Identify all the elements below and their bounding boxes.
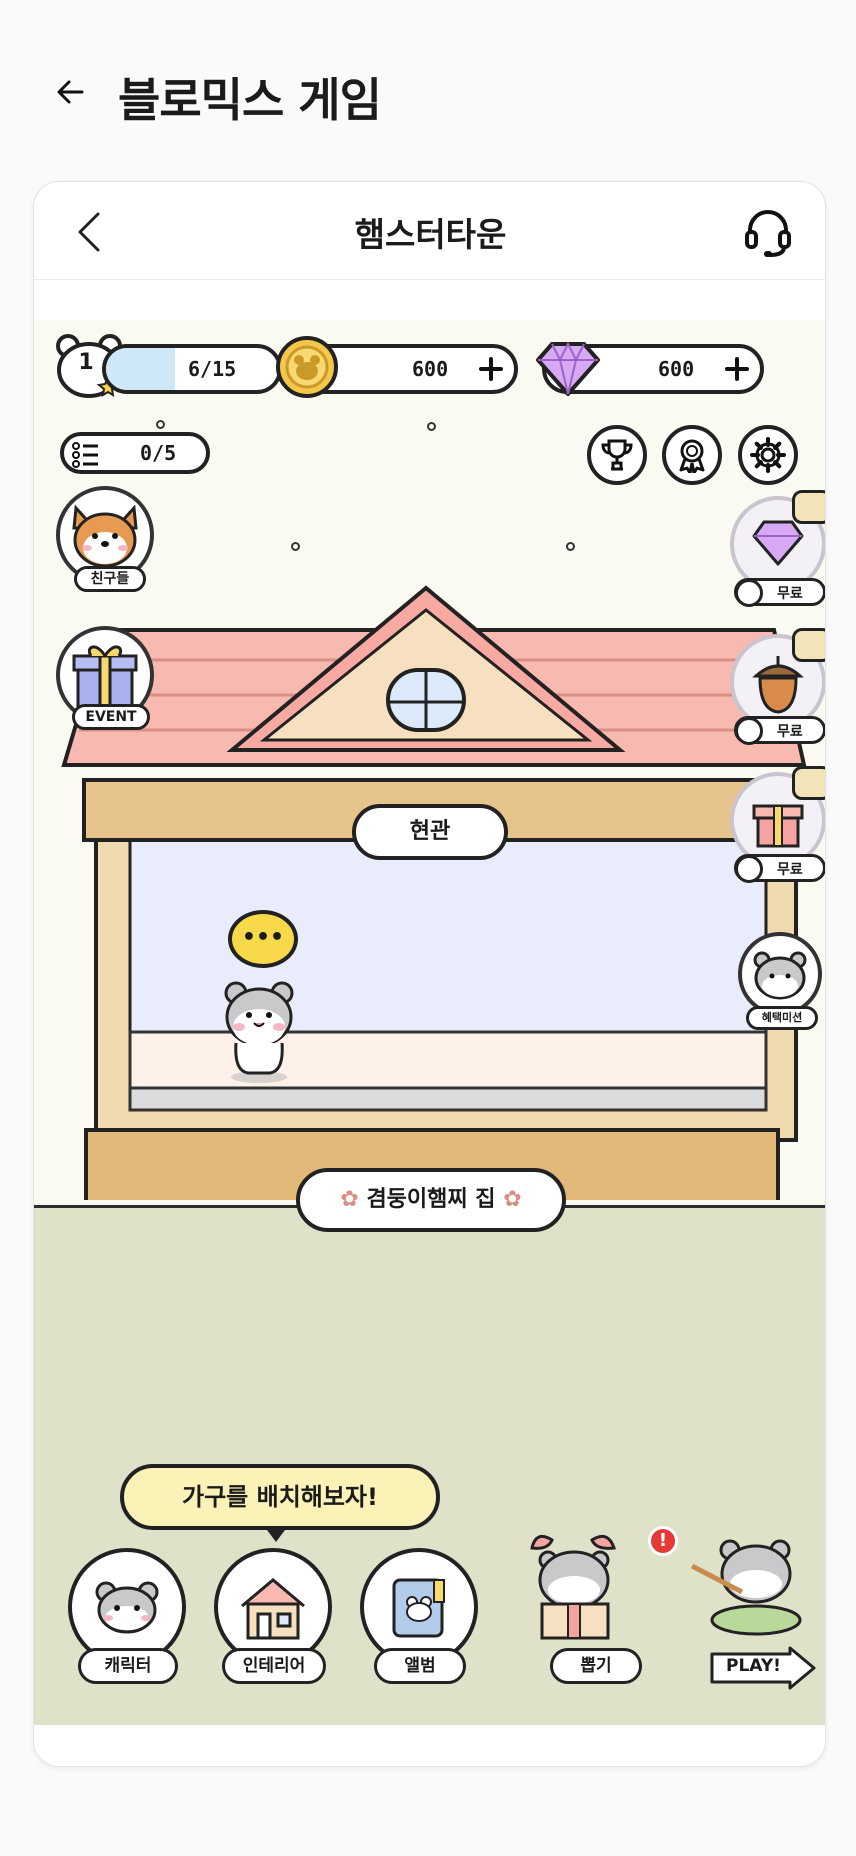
- tip-bubble-tail: [264, 1526, 288, 1542]
- benefit-mission-label: 혜택미션: [746, 1006, 818, 1030]
- exp-bar: 6/15: [102, 344, 282, 394]
- list-icon: [72, 442, 100, 468]
- interior-label[interactable]: 인테리어: [222, 1648, 326, 1684]
- game-area[interactable]: 1 6/15 600 600 0/5 현관 ••• ✿ 겸둥이햄찌 집 ✿ 친구…: [34, 320, 825, 1725]
- gear-icon: [750, 437, 786, 473]
- sky-dot: [427, 422, 436, 431]
- sky-dot: [291, 542, 300, 551]
- quest-counter[interactable]: 0/5: [60, 432, 210, 474]
- speech-bubble-text: •••: [241, 925, 285, 950]
- gem-value: 600: [658, 357, 695, 381]
- free-gem-label: 무료: [734, 578, 825, 607]
- coin-value: 600: [412, 357, 449, 381]
- video-ad-icon: [792, 766, 825, 800]
- album-icon: [392, 1578, 445, 1638]
- back-arrow-icon[interactable]: [52, 72, 92, 112]
- coin-icon: [274, 334, 340, 400]
- door-sign-label: 현관: [409, 819, 451, 844]
- flower-icon: ✿: [495, 1187, 522, 1212]
- hamster-face-icon: [95, 1581, 159, 1634]
- free-acorn-label: 무료: [734, 716, 825, 745]
- medal-button[interactable]: [662, 425, 722, 485]
- clock-icon: [735, 579, 763, 607]
- video-ad-icon: [792, 490, 825, 524]
- hamster-icon: [753, 951, 807, 1000]
- page-header: 블로믹스 게임: [0, 0, 856, 190]
- hamster-gift-icon[interactable]: [512, 1518, 642, 1668]
- house-name: 겸둥이햄찌 집: [366, 1187, 496, 1212]
- medal-icon: [679, 439, 705, 473]
- exp-value: 6/15: [188, 357, 237, 381]
- character-label[interactable]: 캐릭터: [78, 1648, 178, 1684]
- headset-icon[interactable]: [744, 208, 792, 258]
- house-name-plate[interactable]: ✿ 겸둥이햄찌 집 ✿: [296, 1168, 566, 1232]
- notification-badge: !: [648, 1526, 678, 1556]
- sky-dot: [156, 420, 165, 429]
- gem-icon: [534, 340, 602, 398]
- gacha-label[interactable]: 뽑기: [550, 1648, 642, 1684]
- level-value: 1: [78, 350, 94, 375]
- clock-icon: [735, 717, 763, 745]
- exp-fill: [106, 348, 175, 390]
- album-label[interactable]: 앨범: [374, 1648, 466, 1684]
- sky-dot: [566, 542, 575, 551]
- tip-text: 가구를 배치해보자!: [182, 1483, 378, 1511]
- trophy-button[interactable]: [587, 425, 647, 485]
- settings-button[interactable]: [738, 425, 798, 485]
- clock-icon: [735, 855, 763, 883]
- hamster-character[interactable]: [214, 975, 304, 1085]
- trophy-icon: [601, 439, 633, 471]
- plus-icon[interactable]: [724, 356, 750, 382]
- play-label: PLAY!: [726, 1656, 781, 1676]
- plus-icon[interactable]: [478, 356, 504, 382]
- play-button[interactable]: PLAY!: [710, 1646, 816, 1690]
- house-icon: [241, 1578, 305, 1640]
- speech-bubble[interactable]: •••: [228, 910, 298, 968]
- flower-icon: ✿: [340, 1187, 367, 1212]
- tip-bubble: 가구를 배치해보자!: [120, 1464, 440, 1530]
- game-card: 햄스터타운 1 6/15 600 600 0/5 현관 ••• ✿ 겸둥이햄찌 …: [33, 181, 826, 1767]
- card-title: 햄스터타운: [354, 215, 507, 254]
- free-gift-label: 무료: [734, 854, 825, 883]
- event-label: EVENT: [72, 704, 150, 730]
- benefit-mission-button[interactable]: [738, 932, 822, 1016]
- video-ad-icon: [792, 628, 825, 662]
- hamster-play-icon[interactable]: [682, 1516, 822, 1666]
- friends-label: 친구들: [74, 566, 146, 592]
- page-title: 블로믹스 게임: [118, 73, 382, 127]
- card-header: 햄스터타운: [34, 182, 825, 280]
- quest-value: 0/5: [140, 441, 177, 465]
- door-sign[interactable]: 현관: [352, 804, 508, 860]
